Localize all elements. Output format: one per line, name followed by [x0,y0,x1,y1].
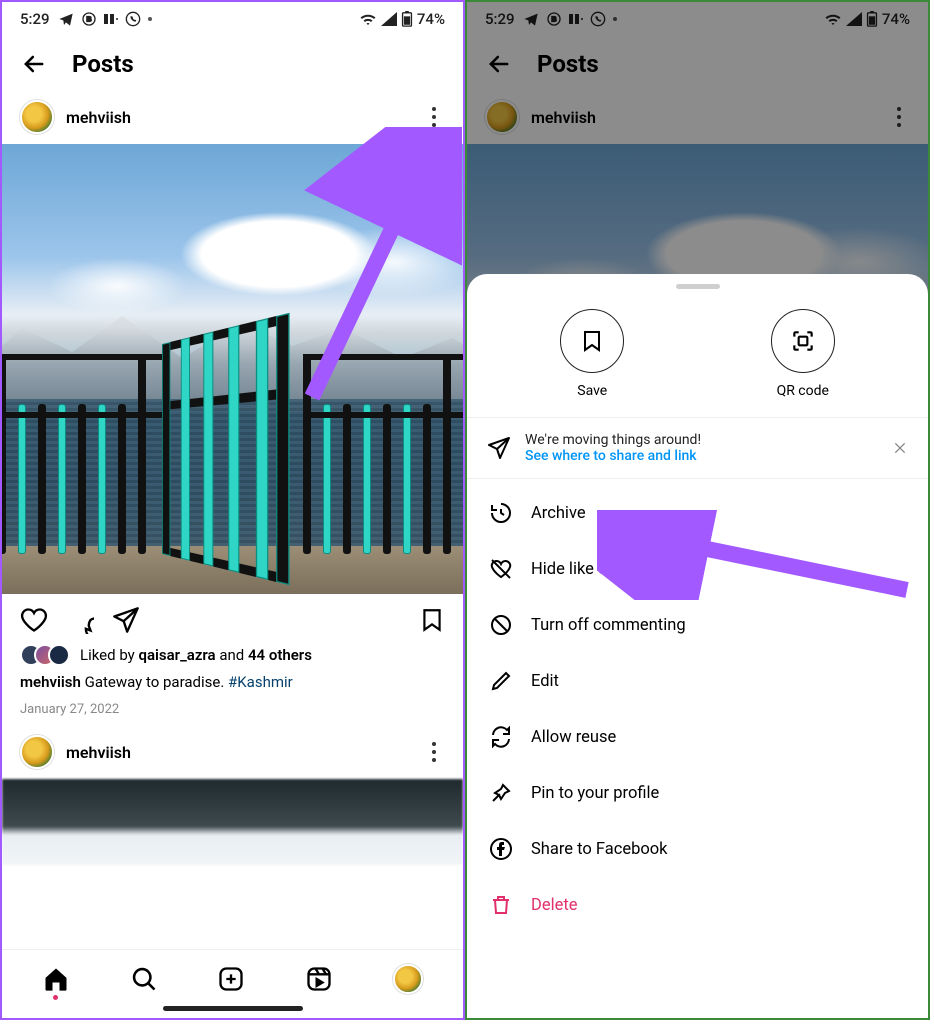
search-icon[interactable] [130,965,158,993]
sheet-top-row: Save QR code [467,295,928,418]
post-options-button[interactable] [423,100,445,134]
phone-circle-icon [125,11,141,27]
post2-image[interactable] [2,779,463,865]
post-caption: mehviish Gateway to paradise. #Kashmir [2,668,463,696]
facebook-icon [489,837,513,861]
more-vertical-icon [431,741,437,763]
avatar[interactable] [20,100,54,134]
menu-pin-profile[interactable]: Pin to your profile [467,765,928,821]
gesture-bar [163,1006,303,1011]
sheet-menu: Archive Hide like count Turn off comment… [467,479,928,939]
reuse-icon [489,725,513,749]
options-sheet: Save QR code We're moving things around!… [467,274,928,1018]
post2-header: mehviish [2,731,463,779]
more-vertical-icon [431,106,437,128]
info-link[interactable]: See where to share and link [525,448,701,464]
battery-percent: 74% [417,10,445,28]
status-right: 74% [359,10,445,28]
archive-icon [489,501,513,525]
caption-text: Gateway to paradise. [81,673,228,691]
comment-icon[interactable] [66,606,94,634]
comment-off-icon [489,613,513,637]
caption-hashtag[interactable]: #Kashmir [228,673,293,691]
hide-like-icon [489,557,513,581]
reels-icon[interactable] [305,965,333,993]
create-icon[interactable] [217,965,245,993]
menu-turn-off-commenting[interactable]: Turn off commenting [467,597,928,653]
status-time: 5:29 [20,10,50,28]
share-icon[interactable] [112,606,140,634]
wifi-icon [359,12,377,26]
close-icon[interactable] [892,440,908,456]
battery-icon [401,11,413,27]
bookmark-icon [580,328,604,354]
like-icon[interactable] [20,606,48,634]
page-title: Posts [72,50,134,78]
post-actions [2,594,463,642]
post-date: January 27, 2022 [2,696,463,731]
menu-archive[interactable]: Archive [467,485,928,541]
status-left: 5:29 B [20,10,152,28]
screenshot-left: 5:29 B 74% Posts mehviish [0,0,465,1020]
trash-icon [489,893,513,917]
share-icon [487,436,511,460]
info-text: We're moving things around! See where to… [525,432,701,464]
likes-text: Liked by qaisar_azra and 44 others [80,646,312,664]
home-icon[interactable] [42,965,70,993]
qr-icon [790,328,816,354]
sheet-grabber[interactable] [676,284,720,289]
signal-icon [381,12,397,26]
info-banner[interactable]: We're moving things around! See where to… [467,418,928,479]
caption-username[interactable]: mehviish [20,673,81,691]
status-bar: 5:29 B 74% [2,2,463,32]
menu-share-facebook[interactable]: Share to Facebook [467,821,928,877]
back-icon[interactable] [20,50,48,78]
menu-hide-like-count[interactable]: Hide like count [467,541,928,597]
telegram-icon [58,11,74,27]
pin-icon [489,781,513,805]
bookmark-icon[interactable] [419,606,445,634]
post-options-button[interactable] [423,735,445,769]
post-username[interactable]: mehviish [66,108,131,127]
post-header: mehviish [2,96,463,144]
bars-icon [104,12,118,26]
svg-text:B: B [86,15,91,24]
app-header: Posts [2,32,463,96]
likes-row[interactable]: Liked by qaisar_azra and 44 others [2,642,463,668]
status-icons-left: B [58,11,152,27]
avatar[interactable] [20,735,54,769]
status-dot [148,17,152,21]
qr-code-button[interactable]: QR code [771,309,835,399]
menu-edit[interactable]: Edit [467,653,928,709]
menu-delete[interactable]: Delete [467,877,928,933]
post-image[interactable] [2,144,463,594]
like-avatars [20,644,70,666]
edit-icon [489,669,513,693]
menu-allow-reuse[interactable]: Allow reuse [467,709,928,765]
post-username[interactable]: mehviish [66,743,131,762]
profile-tab-avatar[interactable] [393,964,423,994]
circle-b-icon: B [81,11,97,27]
screenshot-right: 5:29 B 74% Posts mehviish [465,0,930,1020]
save-button[interactable]: Save [560,309,624,399]
